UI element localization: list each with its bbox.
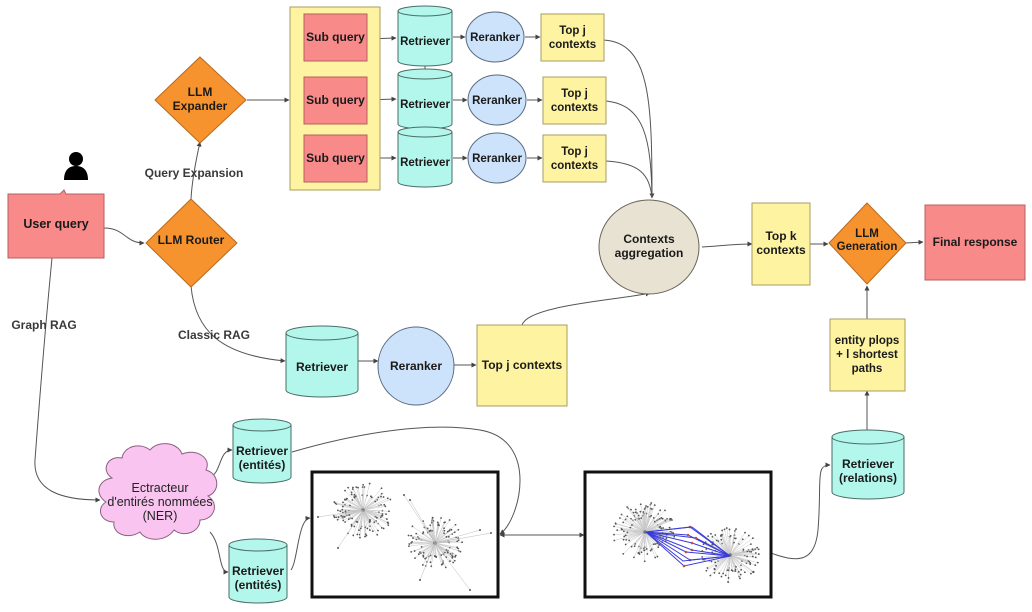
top-j-label-1: Top j [561,88,588,100]
final-response-box[interactable]: Final response [924,204,1026,281]
rag-pipeline-diagram: User query LLM Router Query Expansion Cl… [7,5,1026,604]
reranker-label: Reranker [472,95,522,107]
retriever-entities-top-label-2: (entités) [239,458,286,472]
graph-rag-label: Graph RAG [11,318,76,332]
graph-node [409,499,411,501]
reranker-circle[interactable]: Reranker [467,132,527,184]
top-j-box[interactable]: Top j contexts [542,134,607,183]
graph-node [469,589,471,591]
ner-cloud[interactable]: Ectracteur d'entirés nommées (NER) [98,443,218,540]
shortest-paths-box[interactable]: entity plops + l shortest paths [829,318,906,392]
llm-generation-label-1: LLM [855,228,879,240]
classic-reranker-circle[interactable]: Reranker [377,326,455,406]
paths-label-2: + l shortest [836,349,898,361]
top-j-label-1: Top j [561,146,588,158]
sub-query-box[interactable]: Sub query [303,134,368,183]
classic-retriever-cylinder[interactable]: Retriever [285,325,359,398]
sub-query-label: Sub query [306,151,365,165]
top-j-label-2: contexts [549,39,596,51]
aggregation-label-2: aggregation [615,246,684,260]
sub-query-box[interactable]: Sub query [303,13,368,62]
reranker-label: Reranker [472,153,522,165]
top-j-label-2: contexts [551,160,598,172]
aggregation-label-1: Contexts [623,232,675,246]
graph-node [403,494,405,496]
sub-query-label: Sub query [306,30,365,44]
edge-top1-aggregation [602,39,655,199]
graph-node [317,516,319,518]
expansion-branches: Sub query Retriever RerankerTop jcontextsS… [303,5,607,188]
ner-label-2: d'entirés nommées [107,495,212,509]
retriever-label: Retriever [400,99,450,111]
sub-query-box[interactable]: Sub query [303,76,368,125]
classic-rag-label: Classic RAG [178,328,250,342]
retriever-entities-bottom-label-2: (entités) [235,578,282,592]
retriever-cylinder[interactable]: Retriever [397,126,453,188]
llm-expander-label-1: LLM [188,85,213,99]
top-k-label-1: Top k [765,229,796,243]
retriever-label: Retriever [400,36,450,48]
edge-top3-aggregation [605,160,653,199]
retriever-cylinder[interactable]: Retriever [397,5,453,67]
user-query-box[interactable]: User query [7,189,105,259]
paths-label-3: paths [852,363,883,375]
reranker-circle[interactable]: Reranker [467,74,527,126]
graph-node [369,519,371,521]
edge-aggregation-topk [701,241,753,248]
llm-generation-diamond[interactable]: LLM Generation [828,202,907,285]
edge-generation-final [905,239,924,245]
classic-top-j-box[interactable]: Top j contexts [476,324,568,407]
sub-query-label: Sub query [306,93,365,107]
query-expansion-label: Query Expansion [145,166,244,180]
retriever-label: Retriever [400,157,450,169]
edge-user-to-router [103,227,145,246]
person-icon [64,152,88,180]
expansion-branch: Sub query Retriever Reranker Top j contexts [303,126,607,188]
user-query-label: User query [23,217,88,231]
expansion-branch: Sub query Retriever Reranker Top j contexts [303,68,607,130]
classic-retriever-label: Retriever [296,360,348,374]
final-response-label: Final response [933,235,1018,249]
edge-top2-aggregation [605,100,653,199]
ner-label-1: Ectracteur [132,481,189,495]
graph-node [479,529,481,531]
top-j-box[interactable]: Top j contexts [542,76,607,125]
ner-label-3: (NER) [143,509,178,523]
expansion-branch: Sub query Retriever Reranker Top j contexts [303,5,605,67]
retriever-relations-label-2: (relations) [839,471,897,485]
top-j-label-1: Top j [559,25,586,37]
top-j-label-2: contexts [551,102,598,114]
knowledge-graph-image [310,470,500,599]
edge-router-classic-retriever [190,285,286,364]
top-j-box[interactable]: Top j contexts [540,13,605,62]
graph-node [419,579,421,581]
classic-top-j-label: Top j contexts [482,358,563,372]
top-k-label-2: contexts [756,243,806,257]
edge-classic-top-aggregation [521,291,651,326]
edge-ner-retriever-entities-bottom [209,531,229,575]
classic-reranker-label: Reranker [390,359,442,373]
top-k-box[interactable]: Top k contexts [751,202,811,286]
contexts-aggregation-circle[interactable]: Contexts aggregation [598,199,700,295]
paths-label-1: entity plops [835,335,900,347]
retriever-relations-label-1: Retriever [842,457,894,471]
graph-node [337,547,339,549]
retriever-entities-top-cylinder[interactable]: Retriever (entités) [232,418,292,484]
llm-router-diamond[interactable]: LLM Router [145,198,238,288]
edge-retriever-bottom-graph1 [290,515,311,571]
retriever-entities-top-label-1: Retriever [236,444,288,458]
llm-expander-diamond[interactable]: LLM Expander [154,56,247,144]
reranker-label: Reranker [470,32,520,44]
retriever-entities-bottom-cylinder[interactable]: Retriever (entités) [228,538,288,604]
retriever-cylinder[interactable]: Retriever [397,68,453,130]
llm-generation-label-2: Generation [837,241,898,253]
knowledge-graph-paths-image [583,470,773,599]
edge-user-to-ner [34,257,101,503]
retriever-relations-cylinder[interactable]: Retriever (relations) [831,429,905,500]
graph-node [490,532,492,534]
llm-expander-label-2: Expander [173,99,228,113]
llm-router-label: LLM Router [158,233,225,247]
retriever-entities-bottom-label-1: Retriever [232,564,284,578]
reranker-circle[interactable]: Reranker [465,11,525,63]
